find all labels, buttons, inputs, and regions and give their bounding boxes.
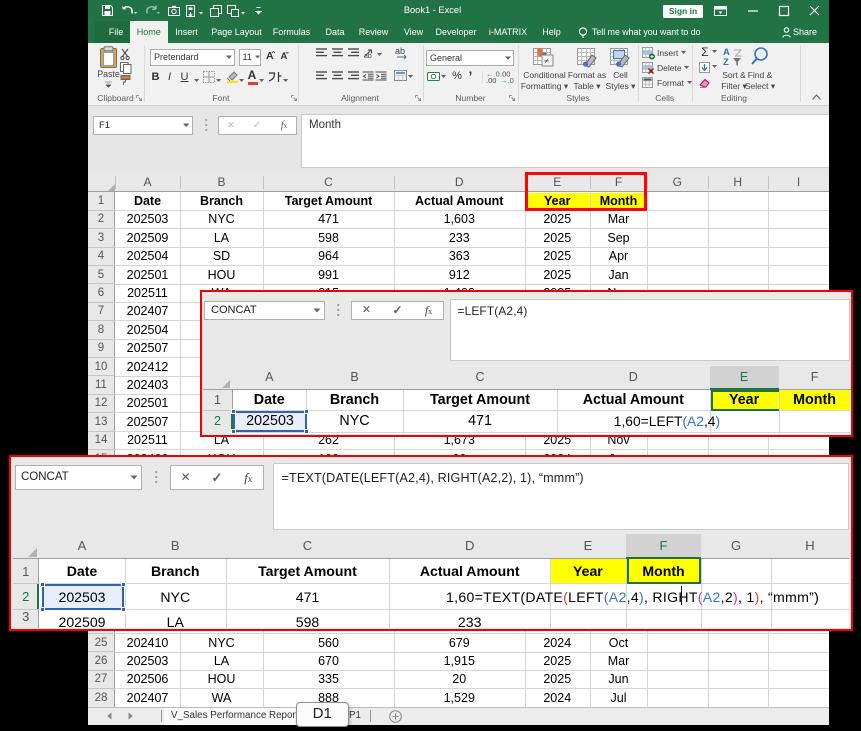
svg-text:≠: ≠ [544,56,549,66]
svg-text:Z: Z [723,57,729,68]
svg-text:.00: .00 [486,76,496,85]
svg-text:ab: ab [395,46,405,56]
svg-text:ab: ab [364,53,372,60]
